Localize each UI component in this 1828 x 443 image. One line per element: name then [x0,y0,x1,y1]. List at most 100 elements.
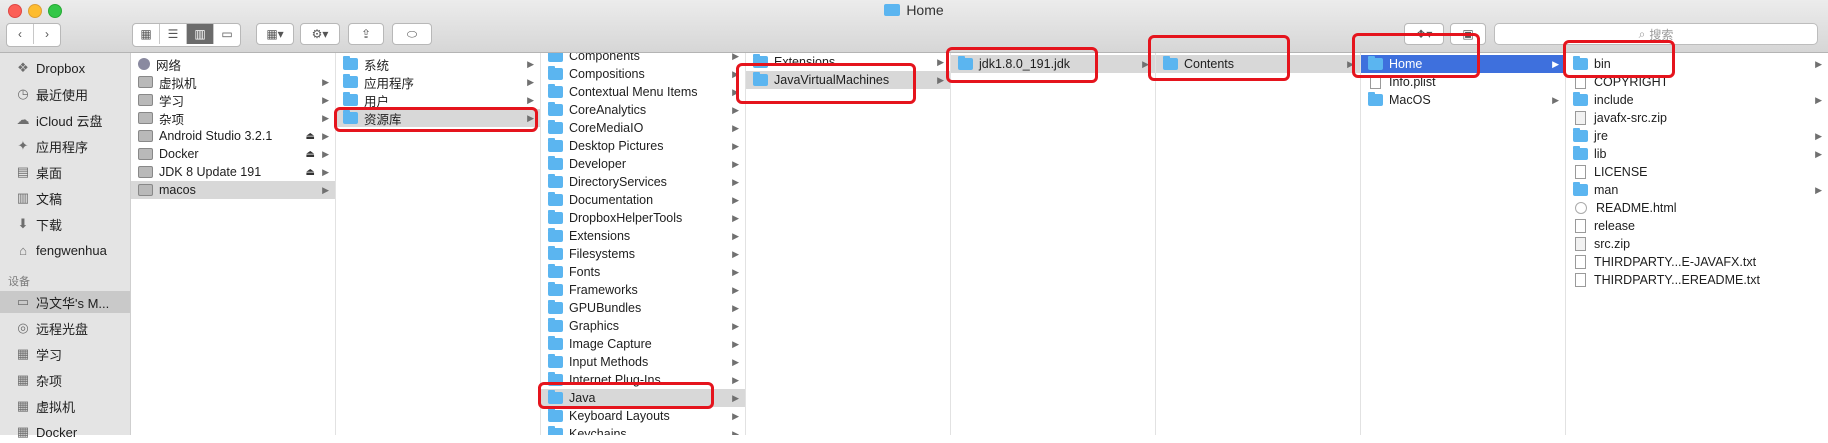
list-item[interactable]: 虚拟机 ▶ [131,73,335,91]
column-view-button[interactable]: ▥ [187,24,214,44]
list-item[interactable]: Home ▶ [1361,55,1565,73]
search-field[interactable]: ⌕ 搜索 [1494,23,1818,45]
list-item[interactable]: include ▶ [1566,91,1828,109]
drive-icon: ▦ [16,398,30,413]
list-item[interactable]: Components ▶ [541,53,745,65]
list-item[interactable]: Java ▶ [541,389,745,407]
list-item[interactable]: THIRDPARTY...EREADME.txt [1566,271,1828,289]
list-item[interactable]: Extensions ▶ [541,227,745,245]
list-item[interactable]: release [1566,217,1828,235]
list-item[interactable]: Android Studio 3.2.1 ⏏ ▶ [131,127,335,145]
sidebar-item[interactable]: ▤ 桌面 [0,161,130,183]
list-item[interactable]: Contextual Menu Items ▶ [541,83,745,101]
list-item[interactable]: man ▶ [1566,181,1828,199]
list-item[interactable]: LICENSE [1566,163,1828,181]
eject-icon[interactable]: ⏏ [306,149,315,160]
list-item[interactable]: DropboxHelperTools ▶ [541,209,745,227]
list-item[interactable]: Filesystems ▶ [541,245,745,263]
chevron-right-icon: ▶ [732,68,739,79]
folder-icon [548,53,563,62]
list-item[interactable]: src.zip [1566,235,1828,253]
list-item[interactable]: javafx-src.zip [1566,109,1828,127]
list-item[interactable]: Developer ▶ [541,155,745,173]
sidebar-item[interactable]: ⬇ 下载 [0,213,130,235]
list-item[interactable]: 用户 ▶ [336,91,540,109]
sidebar-device-item[interactable]: ▦ 杂项 [0,369,130,391]
list-item[interactable]: Keyboard Layouts ▶ [541,407,745,425]
list-item[interactable]: 杂项 ▶ [131,109,335,127]
sidebar-device-item[interactable]: ▭ 冯文华's M... [0,291,130,313]
list-item[interactable]: lib ▶ [1566,145,1828,163]
list-item[interactable]: Extensions ▶ [746,53,950,71]
drive-icon [138,76,153,88]
list-item[interactable]: JDK 8 Update 191 ⏏ ▶ [131,163,335,181]
action-button[interactable]: ⚙▾ [300,23,340,45]
list-item[interactable]: jre ▶ [1566,127,1828,145]
sidebar-item[interactable]: ⌂ fengwenhua [0,239,130,261]
sidebar-item[interactable]: ▥ 文稿 [0,187,130,209]
list-item[interactable]: jdk1.8.0_191.jdk ▶ [951,55,1155,73]
gallery-view-button[interactable]: ▭ [214,24,240,44]
list-item[interactable]: 系统 ▶ [336,55,540,73]
sidebar-item[interactable]: ◷ 最近使用 [0,83,130,105]
icon-view-button[interactable]: ▦ [133,24,160,44]
sidebar-device-item[interactable]: ▦ 虚拟机 [0,395,130,417]
sidebar-device-item[interactable]: ◎ 远程光盘 [0,317,130,339]
chevron-right-icon: ▶ [1815,130,1822,141]
folder-icon [548,264,563,278]
list-item[interactable]: Keychains ▶ [541,425,745,435]
list-item[interactable]: 网络 [131,55,335,73]
list-item[interactable]: 学习 ▶ [131,91,335,109]
list-item[interactable]: GPUBundles ▶ [541,299,745,317]
list-item[interactable]: CoreMediaIO ▶ [541,119,745,137]
chevron-right-icon: ▶ [732,302,739,313]
list-item[interactable]: Internet Plug-Ins ▶ [541,371,745,389]
list-item[interactable]: Desktop Pictures ▶ [541,137,745,155]
list-item[interactable]: JavaVirtualMachines ▶ [746,71,950,89]
dropbox-share-button[interactable]: ▣ [1450,23,1486,45]
list-item[interactable]: Image Capture ▶ [541,335,745,353]
back-button[interactable]: ‹ [7,24,34,44]
list-item[interactable]: README.html [1566,199,1828,217]
list-item-label: bin [1594,57,1611,71]
sidebar-item[interactable]: ☁ iCloud 云盘 [0,109,130,131]
list-item[interactable]: Input Methods ▶ [541,353,745,371]
share-icon: ⇪ [360,27,372,41]
list-item[interactable]: MacOS ▶ [1361,91,1565,109]
sidebar-item-label: fengwenhua [36,242,107,258]
sidebar-device-item[interactable]: ▦ Docker [0,421,130,443]
list-item[interactable]: bin ▶ [1566,55,1828,73]
forward-button[interactable]: › [34,24,60,44]
eject-icon[interactable]: ⏏ [306,167,315,178]
list-item[interactable]: Documentation ▶ [541,191,745,209]
list-item[interactable]: COPYRIGHT [1566,73,1828,91]
sidebar-device-item[interactable]: ▦ 学习 [0,343,130,365]
list-item[interactable]: Info.plist [1361,73,1565,91]
list-item[interactable]: Contents ▶ [1156,55,1360,73]
list-item[interactable]: 资源库 ▶ [336,109,540,127]
list-view-button[interactable]: ☰ [160,24,187,44]
chevron-right-icon: ▶ [322,148,329,159]
dropbox-button[interactable]: ❖▾ [1404,23,1444,45]
list-item[interactable]: THIRDPARTY...E-JAVAFX.txt [1566,253,1828,271]
list-item-label: macos [159,183,196,197]
list-item-label: man [1594,183,1619,197]
sidebar-item[interactable]: ✦ 应用程序 [0,135,130,157]
list-item[interactable]: Compositions ▶ [541,65,745,83]
tags-button[interactable]: ⬭ [392,23,432,45]
group-button[interactable]: ▦▾ [256,23,294,45]
list-item[interactable]: Frameworks ▶ [541,281,745,299]
list-item[interactable]: CoreAnalytics ▶ [541,101,745,119]
share-button[interactable]: ⇪ [348,23,384,45]
eject-icon[interactable]: ⏏ [306,131,315,142]
column-home: bin ▶ COPYRIGHT include ▶ javafx-src.zip jre ▶ l… [1566,53,1828,435]
list-item[interactable]: macos ▶ [131,181,335,199]
chevron-right-icon: ▶ [732,86,739,97]
list-item[interactable]: Fonts ▶ [541,263,745,281]
list-item[interactable]: DirectoryServices ▶ [541,173,745,191]
list-item[interactable]: 应用程序 ▶ [336,73,540,91]
sidebar-item[interactable]: ❖ Dropbox [0,57,130,79]
list-item[interactable]: Docker ⏏ ▶ [131,145,335,163]
chevron-right-icon: ▶ [322,130,329,141]
list-item[interactable]: Graphics ▶ [541,317,745,335]
